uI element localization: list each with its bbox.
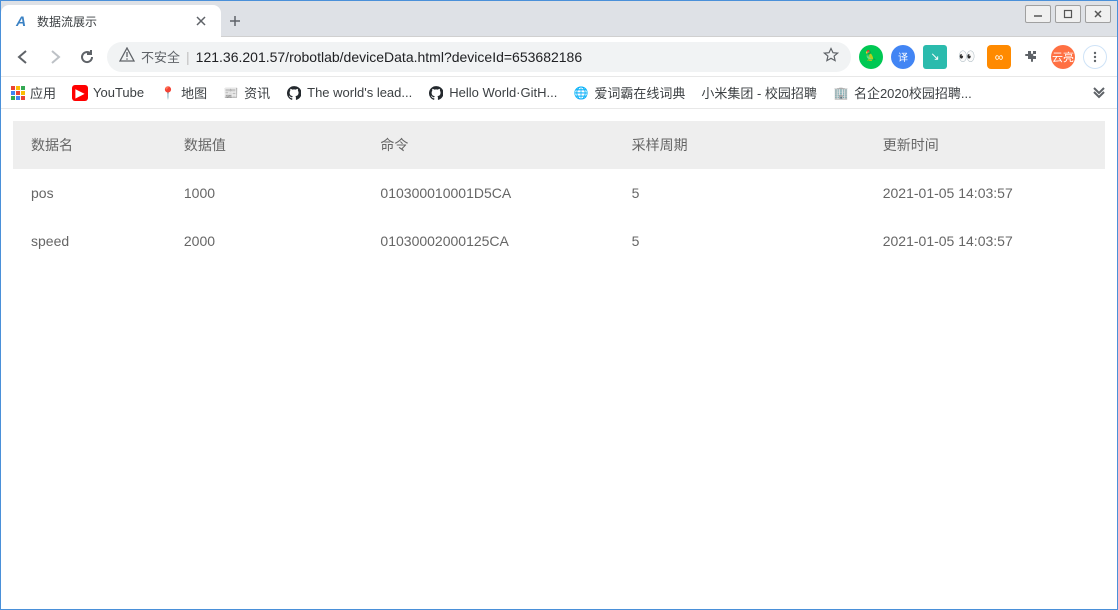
cell-value: 1000 bbox=[166, 169, 363, 217]
extensions-puzzle-icon[interactable] bbox=[1019, 45, 1043, 69]
th-name: 数据名 bbox=[13, 121, 166, 169]
cell-value: 2000 bbox=[166, 217, 363, 265]
th-time: 更新时间 bbox=[865, 121, 1105, 169]
tab-title: 数据流展示 bbox=[37, 13, 97, 30]
bookmarks-bar: 应用 ▶ YouTube 📍 地图 📰 资讯 The world's lead.… bbox=[1, 77, 1117, 109]
extension-save-icon[interactable]: ↘ bbox=[923, 45, 947, 69]
th-period: 采样周期 bbox=[614, 121, 865, 169]
table-header-row: 数据名 数据值 命令 采样周期 更新时间 bbox=[13, 121, 1105, 169]
cell-name: speed bbox=[13, 217, 166, 265]
maximize-button[interactable] bbox=[1055, 5, 1081, 23]
profile-avatar[interactable]: 云亮 bbox=[1051, 45, 1075, 69]
bookmark-news[interactable]: 📰 资讯 bbox=[223, 83, 270, 102]
table-row: pos 1000 010300010001D5CA 5 2021-01-05 1… bbox=[13, 169, 1105, 217]
github-icon bbox=[286, 85, 302, 101]
browser-tab[interactable]: A 数据流展示 bbox=[1, 5, 221, 37]
youtube-icon: ▶ bbox=[72, 85, 88, 101]
cell-command: 010300010001D5CA bbox=[362, 169, 613, 217]
insecure-label: 不安全 bbox=[141, 47, 180, 66]
th-command: 命令 bbox=[362, 121, 613, 169]
apps-label: 应用 bbox=[30, 83, 56, 102]
bookmark-github2[interactable]: Hello World·GitH... bbox=[428, 85, 557, 101]
url-text: 121.36.201.57/robotlab/deviceData.html?d… bbox=[196, 49, 582, 65]
data-table: 数据名 数据值 命令 采样周期 更新时间 pos 1000 0103000100… bbox=[13, 121, 1105, 265]
reload-button[interactable] bbox=[75, 45, 99, 69]
new-tab-button[interactable] bbox=[221, 7, 249, 35]
insecure-icon bbox=[119, 47, 135, 66]
forward-button[interactable] bbox=[43, 45, 67, 69]
cell-name: pos bbox=[13, 169, 166, 217]
minimize-button[interactable] bbox=[1025, 5, 1051, 23]
extension-toucan-icon[interactable]: 🦜 bbox=[859, 45, 883, 69]
extension-translate-icon[interactable]: 译 bbox=[891, 45, 915, 69]
maps-icon: 📍 bbox=[160, 85, 176, 101]
bookmarks-overflow-button[interactable] bbox=[1091, 83, 1107, 102]
separator: | bbox=[186, 49, 190, 65]
page-content: 数据名 数据值 命令 采样周期 更新时间 pos 1000 0103000100… bbox=[1, 109, 1117, 277]
th-value: 数据值 bbox=[166, 121, 363, 169]
address-bar[interactable]: 不安全 | 121.36.201.57/robotlab/deviceData.… bbox=[107, 42, 851, 72]
tab-favicon: A bbox=[13, 13, 29, 29]
browser-toolbar: 不安全 | 121.36.201.57/robotlab/deviceData.… bbox=[1, 37, 1117, 77]
table-row: speed 2000 01030002000125CA 5 2021-01-05… bbox=[13, 217, 1105, 265]
browser-menu-button[interactable] bbox=[1083, 45, 1107, 69]
extension-infinity-icon[interactable]: ∞ bbox=[987, 45, 1011, 69]
news-icon: 📰 bbox=[223, 85, 239, 101]
bookmark-star-icon[interactable] bbox=[823, 47, 839, 66]
github-icon bbox=[428, 85, 444, 101]
cell-command: 01030002000125CA bbox=[362, 217, 613, 265]
building-icon: 🏢 bbox=[833, 85, 849, 101]
apps-grid-icon bbox=[11, 86, 25, 100]
bookmark-iciba[interactable]: 🌐 爱词霸在线词典 bbox=[573, 83, 685, 102]
bookmark-maps[interactable]: 📍 地图 bbox=[160, 83, 207, 102]
close-window-button[interactable] bbox=[1085, 5, 1111, 23]
bookmark-github1[interactable]: The world's lead... bbox=[286, 85, 412, 101]
close-tab-icon[interactable] bbox=[193, 13, 209, 29]
apps-shortcut[interactable]: 应用 bbox=[11, 83, 56, 102]
bookmark-xiaomi[interactable]: 小米集团 - 校园招聘 bbox=[701, 83, 817, 102]
extension-eyes-icon[interactable]: 👀 bbox=[955, 45, 979, 69]
cell-period: 5 bbox=[614, 217, 865, 265]
window-controls bbox=[1025, 5, 1111, 23]
tab-strip: A 数据流展示 bbox=[1, 1, 1117, 36]
cell-time: 2021-01-05 14:03:57 bbox=[865, 169, 1105, 217]
window-titlebar: A 数据流展示 bbox=[1, 1, 1117, 37]
cell-time: 2021-01-05 14:03:57 bbox=[865, 217, 1105, 265]
globe-icon: 🌐 bbox=[573, 85, 589, 101]
bookmark-campus[interactable]: 🏢 名企2020校园招聘... bbox=[833, 83, 972, 102]
back-button[interactable] bbox=[11, 45, 35, 69]
cell-period: 5 bbox=[614, 169, 865, 217]
bookmark-youtube[interactable]: ▶ YouTube bbox=[72, 85, 144, 101]
